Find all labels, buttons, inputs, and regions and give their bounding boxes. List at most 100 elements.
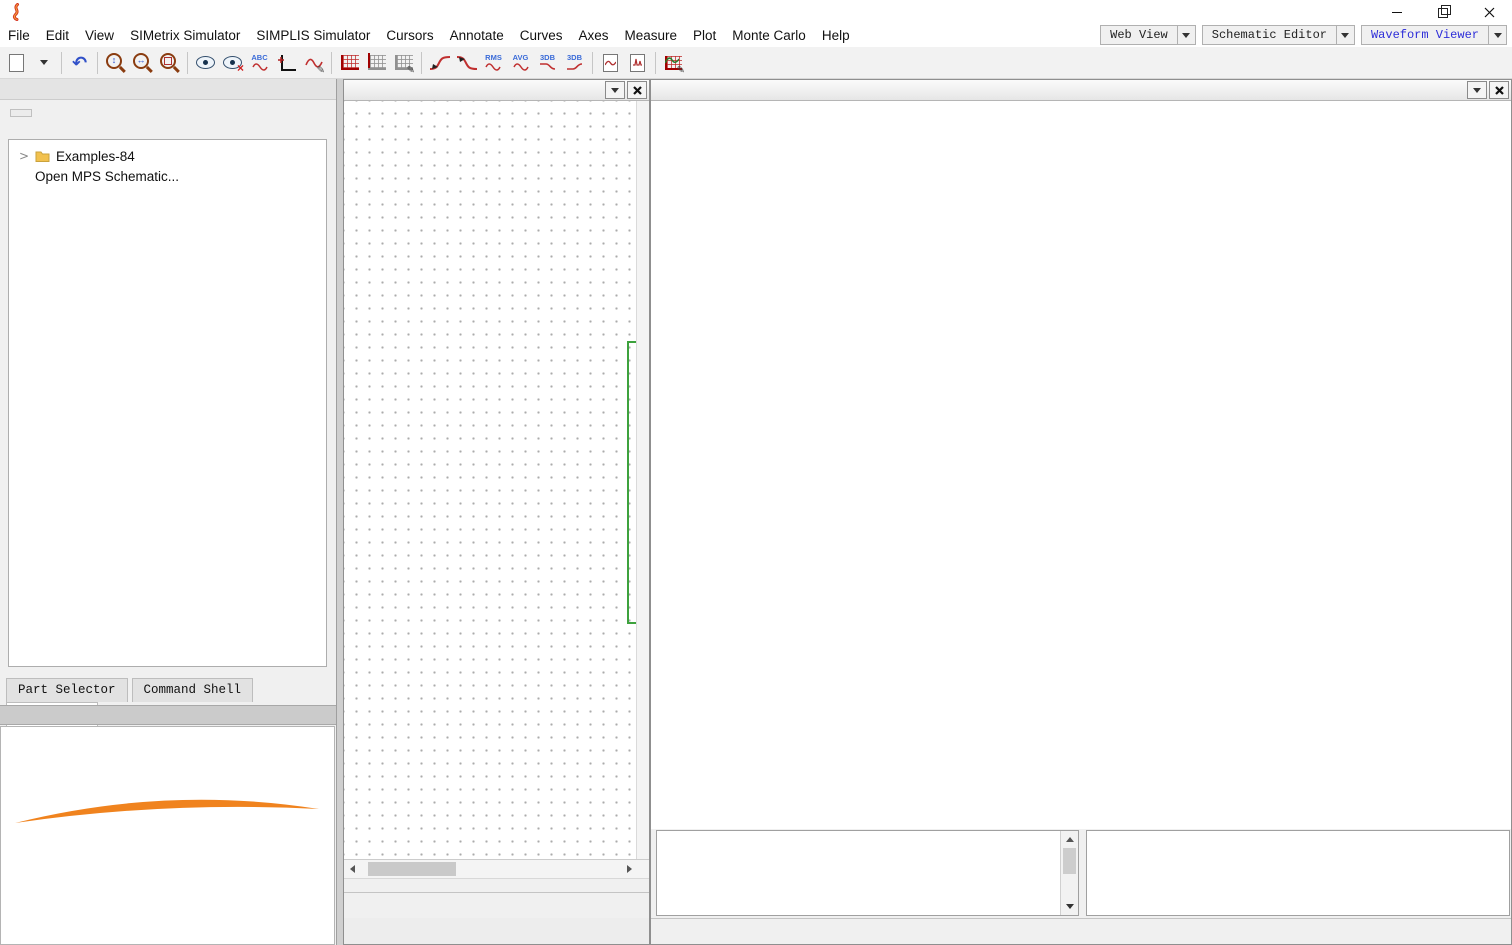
minimize-button[interactable] — [1374, 0, 1420, 24]
waveform-viewer-dropdown-icon[interactable] — [1489, 25, 1507, 45]
left-dock-panel: > Examples-84 Open MPS Schematic... Part S… — [0, 79, 337, 945]
view-switcher: Web View Schematic Editor Waveform Viewer — [1100, 25, 1507, 45]
highpass-3db-measure-icon[interactable]: 3DB — [562, 50, 587, 76]
add-directory-button[interactable] — [10, 109, 32, 117]
close-icon — [1484, 7, 1494, 17]
zoom-fit-horizontal-icon[interactable]: ↔ — [130, 50, 155, 76]
arrow-up-icon — [1065, 837, 1074, 842]
arrow-left-icon — [349, 865, 355, 873]
view-button-waveform-viewer[interactable]: Waveform Viewer — [1360, 25, 1489, 45]
timing-diagram[interactable] — [651, 101, 1511, 311]
avg-measure-icon[interactable]: AVG — [508, 50, 533, 76]
scroll-up-button[interactable] — [1061, 832, 1078, 847]
zoom-area-icon[interactable] — [157, 50, 182, 76]
waveform-status-bar — [651, 918, 1511, 944]
scroll-right-button[interactable] — [621, 860, 637, 878]
tree-item-examples-84[interactable]: > Examples-84 — [9, 146, 326, 166]
toolbar-separator — [592, 51, 593, 74]
view-button-web-view[interactable]: Web View — [1100, 25, 1178, 45]
legend-table — [656, 830, 1079, 916]
waveform-window-list-button[interactable] — [1467, 81, 1487, 99]
menu-annotate[interactable]: Annotate — [442, 25, 512, 46]
dock-tab-command-shell[interactable]: Command Shell — [131, 678, 254, 702]
scrollbar-thumb[interactable] — [1063, 848, 1076, 874]
restore-button[interactable] — [1420, 0, 1466, 24]
scroll-left-button[interactable] — [344, 860, 360, 878]
mps-logo — [14, 799, 319, 823]
menu-monte-carlo[interactable]: Monte Carlo — [724, 25, 814, 46]
menu-cursors[interactable]: Cursors — [378, 25, 441, 46]
show-curve-icon[interactable] — [193, 50, 218, 76]
waveform-plot-area[interactable] — [651, 101, 1511, 829]
edit-curve-icon[interactable]: ✎ — [301, 50, 326, 76]
chevron-down-icon — [1473, 87, 1481, 93]
menu-measure[interactable]: Measure — [616, 25, 685, 46]
menu-axes[interactable]: Axes — [570, 25, 616, 46]
stacked-grid-icon[interactable] — [364, 50, 389, 76]
measurement-table-header — [1087, 834, 1509, 854]
toolbar-separator — [61, 51, 62, 74]
toolbar-separator — [187, 51, 188, 74]
view-switch-schematic-editor: Schematic Editor — [1201, 25, 1355, 45]
waveform-tables — [651, 829, 1511, 917]
view-button-schematic-editor[interactable]: Schematic Editor — [1201, 25, 1337, 45]
close-button[interactable] — [1466, 0, 1512, 24]
mpsmart-panel-header — [0, 705, 336, 725]
scroll-down-button[interactable] — [1061, 899, 1078, 914]
toolbar-separator — [655, 51, 656, 74]
file-tree: > Examples-84 Open MPS Schematic... — [8, 139, 327, 667]
schematic-close-button[interactable] — [627, 81, 647, 99]
new-document-dropdown-icon[interactable] — [31, 50, 56, 76]
scrollbar-thumb[interactable] — [368, 862, 456, 876]
fall-time-measure-icon[interactable] — [454, 50, 479, 76]
chevron-down-icon — [611, 87, 619, 93]
edit-grid-icon[interactable]: ✎ — [391, 50, 416, 76]
legend-scrollbar[interactable] — [1060, 831, 1078, 915]
schematic-vertical-scrollbar[interactable] — [636, 101, 649, 859]
delete-curve-icon[interactable]: × — [220, 50, 245, 76]
tree-item-label: Open MPS Schematic... — [35, 168, 180, 184]
window-controls — [1374, 0, 1512, 24]
dock-tab-part-selector[interactable]: Part Selector — [6, 678, 128, 702]
add-axis-icon[interactable] — [274, 50, 299, 76]
zoom-fit-vertical-icon[interactable]: ↕ — [103, 50, 128, 76]
schematic-horizontal-scrollbar[interactable] — [344, 859, 649, 879]
new-document-icon[interactable] — [4, 50, 29, 76]
menu-plot[interactable]: Plot — [685, 25, 724, 46]
file-view-header — [0, 79, 336, 100]
expander-icon[interactable]: > — [17, 149, 31, 163]
waveform-title-bar — [651, 80, 1511, 101]
plot-curve-sheet-icon[interactable] — [598, 50, 623, 76]
menu-file[interactable]: File — [0, 25, 38, 46]
menu-view[interactable]: View — [77, 25, 122, 46]
schematic-title-bar — [344, 80, 649, 101]
graph-options-icon[interactable]: ✎ — [661, 50, 686, 76]
undo-icon[interactable]: ↶ — [67, 50, 92, 76]
rms-measure-icon[interactable]: RMS — [481, 50, 506, 76]
measurement-table — [1086, 830, 1510, 916]
plot-transient-sheet-icon[interactable] — [625, 50, 650, 76]
document-tab-bar — [344, 918, 649, 944]
schematic-editor-dropdown-icon[interactable] — [1336, 25, 1355, 45]
schematic-window-list-button[interactable] — [605, 81, 625, 99]
menu-simplis-simulator[interactable]: SIMPLIS Simulator — [248, 25, 378, 46]
tree-item-open-mps-schematic[interactable]: Open MPS Schematic... — [9, 166, 326, 186]
window-titlebar — [0, 0, 1512, 25]
menu-help[interactable]: Help — [814, 25, 858, 46]
mpsmart-welcome-panel — [0, 726, 335, 945]
toolbar-separator — [331, 51, 332, 74]
new-graph-sheet-icon[interactable] — [337, 50, 362, 76]
web-view-dropdown-icon[interactable] — [1177, 25, 1196, 45]
main-toolbar: ↶ ↕ ↔ × ABC ✎ ✎ RMS AVG 3DB 3DB ✎ — [0, 47, 1512, 79]
menu-curves[interactable]: Curves — [512, 25, 571, 46]
annotate-curve-icon[interactable]: ABC — [247, 50, 272, 76]
lowpass-3db-measure-icon[interactable]: 3DB — [535, 50, 560, 76]
schematic-canvas[interactable] — [344, 101, 649, 859]
workspace: > Examples-84 Open MPS Schematic... Part S… — [0, 79, 1512, 945]
schematic-editor-panel — [343, 79, 650, 945]
toolbar-separator — [421, 51, 422, 74]
menu-simetrix-simulator[interactable]: SIMetrix Simulator — [122, 25, 248, 46]
rise-time-measure-icon[interactable] — [427, 50, 452, 76]
menu-edit[interactable]: Edit — [38, 25, 77, 46]
waveform-close-button[interactable] — [1489, 81, 1509, 99]
